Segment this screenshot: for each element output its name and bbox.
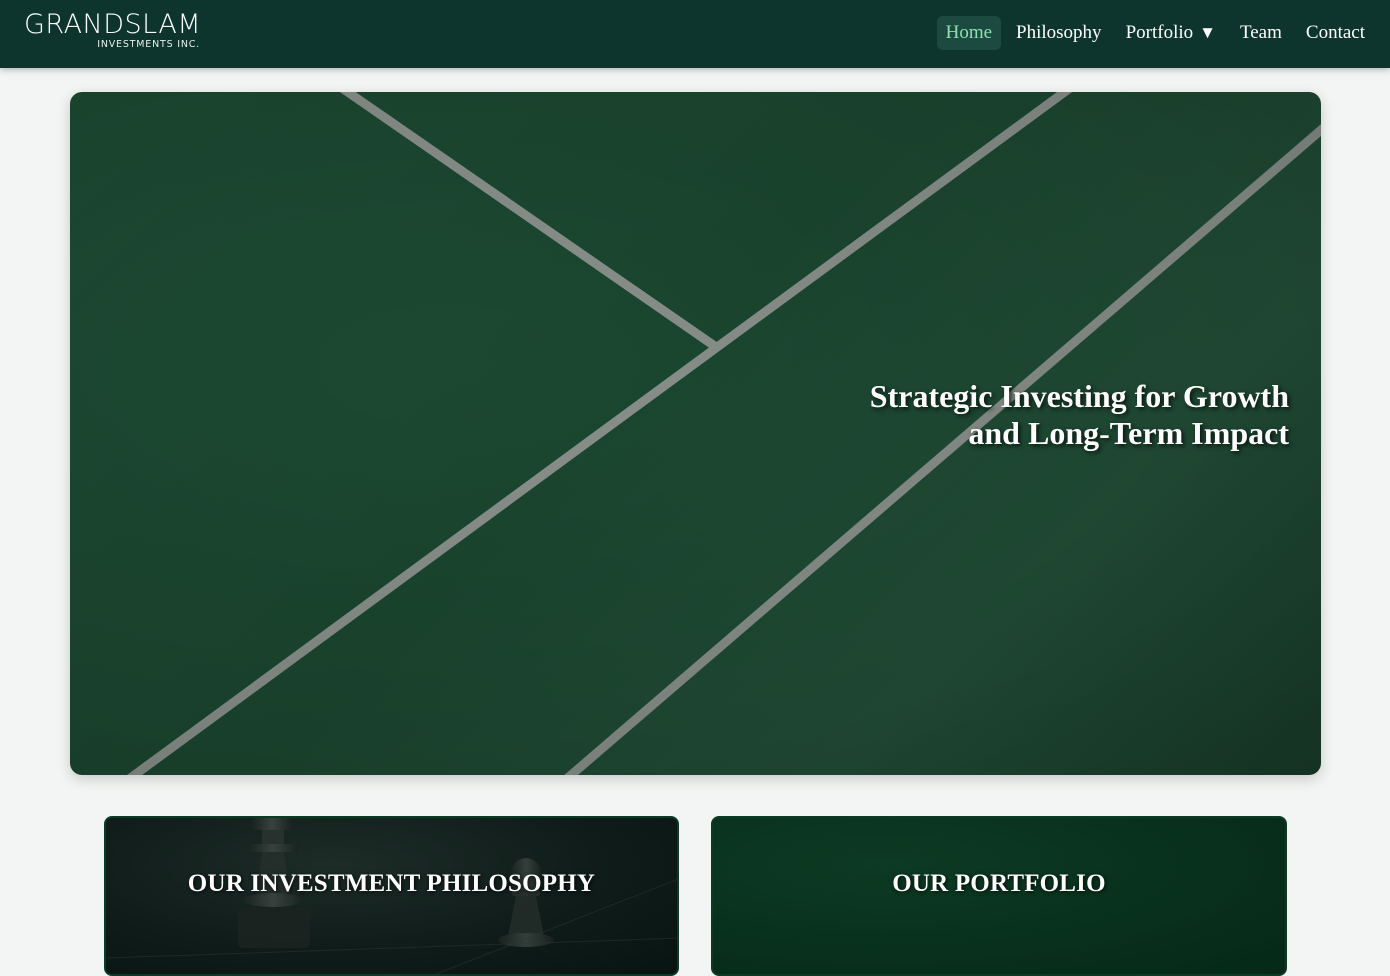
philosophy-card[interactable]: OUR INVESTMENT PHILOSOPHY [104,816,679,976]
nav-home-label: Home [945,22,993,43]
nav-team[interactable]: Team [1231,16,1291,50]
site-header: GRANDSLAM INVESTMENTS INC. Home Philosop… [0,0,1390,68]
portfolio-card-title: OUR PORTFOLIO [892,870,1106,897]
nav-philosophy-label: Philosophy [1016,22,1102,43]
hero-banner: Strategic Investing for Growth and Long-… [70,92,1321,775]
nav-philosophy[interactable]: Philosophy [1007,16,1111,50]
nav-contact[interactable]: Contact [1297,16,1374,50]
portfolio-card[interactable]: OUR PORTFOLIO [711,816,1287,976]
hero-title: Strategic Investing for Growth and Long-… [869,378,1289,451]
nav-team-label: Team [1239,22,1282,43]
nav-contact-label: Contact [1305,22,1365,43]
main-nav: Home Philosophy Portfolio ▼ Team Contact [936,16,1374,50]
nav-portfolio-dropdown[interactable]: Portfolio ▼ [1117,16,1225,50]
logo-main-text: GRANDSLAM [24,9,202,40]
philosophy-card-title: OUR INVESTMENT PHILOSOPHY [187,870,596,897]
logo-sub-text: INVESTMENTS INC. [97,39,200,50]
company-logo[interactable]: GRANDSLAM INVESTMENTS INC. [24,10,204,54]
nav-home[interactable]: Home [936,16,1002,50]
nav-portfolio-label: Portfolio [1125,22,1194,43]
caret-down-icon: ▼ [1199,23,1216,42]
